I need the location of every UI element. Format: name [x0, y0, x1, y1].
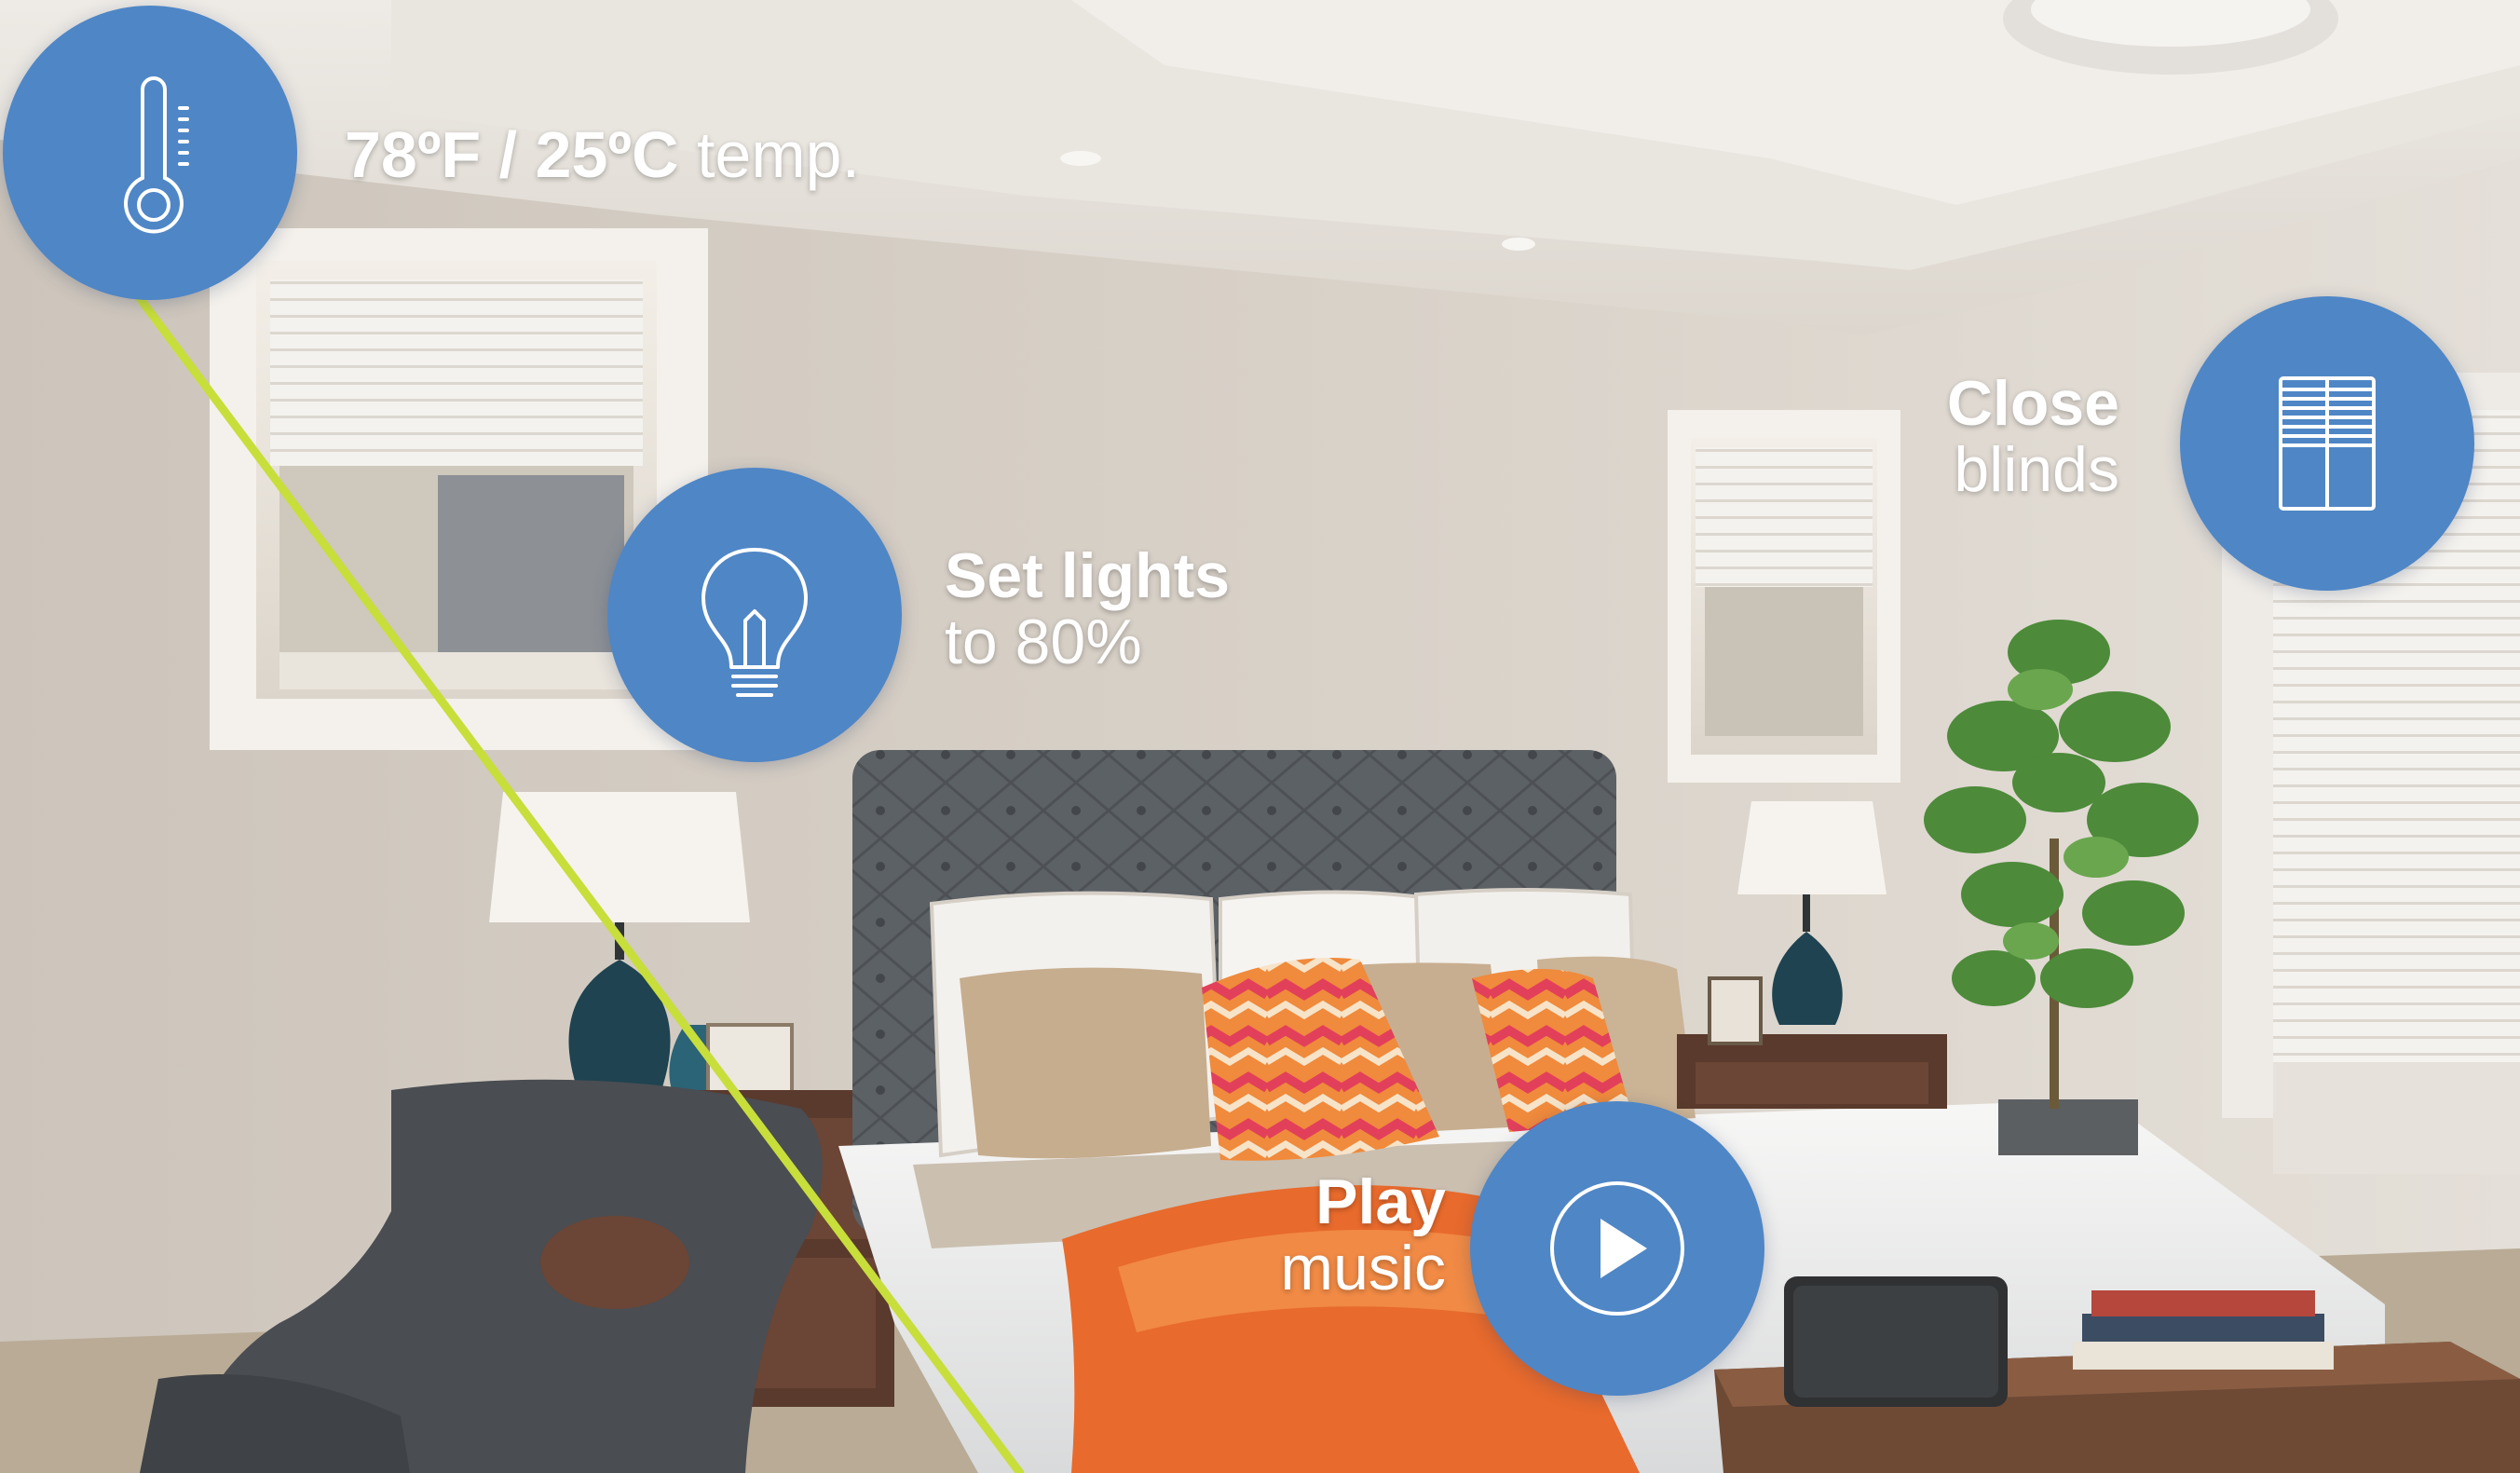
- temperature-suffix: temp.: [696, 118, 861, 191]
- lights-line1: Set lights: [945, 540, 1231, 611]
- lights-label: Set lights to 80%: [945, 540, 1231, 678]
- temperature-label: 78ºF / 25ºC temp.: [345, 118, 861, 191]
- thermometer-icon: [124, 76, 189, 234]
- music-line2: music: [1280, 1233, 1446, 1304]
- music-line1: Play: [1315, 1166, 1446, 1237]
- blinds-button[interactable]: [2180, 296, 2474, 591]
- music-button[interactable]: [1470, 1101, 1764, 1396]
- blinds-line1: Close: [1946, 368, 2119, 439]
- temperature-button[interactable]: [3, 6, 297, 300]
- lightbulb-icon: [702, 548, 808, 697]
- music-label: Play music: [1258, 1166, 1446, 1304]
- lights-button[interactable]: [607, 468, 902, 762]
- lights-line2: to 80%: [945, 607, 1142, 678]
- play-icon: [1550, 1181, 1684, 1316]
- blinds-line2: blinds: [1954, 434, 2119, 506]
- blinds-label: Close blinds: [1933, 368, 2119, 506]
- blinds-icon: [2279, 376, 2376, 511]
- temperature-value: 78ºF / 25ºC: [345, 118, 679, 191]
